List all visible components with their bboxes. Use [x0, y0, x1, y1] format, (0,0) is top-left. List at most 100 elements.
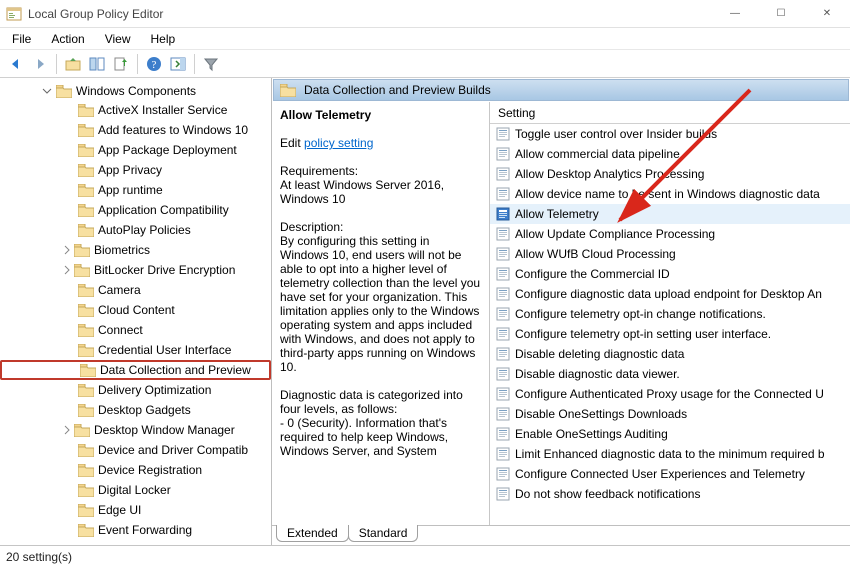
requirements-text: At least Windows Server 2016, Windows 10: [280, 178, 481, 206]
tree-item[interactable]: Application Compatibility: [0, 200, 271, 220]
filter-icon: [203, 56, 219, 72]
setting-row[interactable]: Configure telemetry opt-in change notifi…: [490, 304, 850, 324]
setting-row[interactable]: Configure Connected User Experiences and…: [490, 464, 850, 484]
setting-label: Allow Telemetry: [515, 207, 599, 221]
minimize-button[interactable]: —: [712, 0, 758, 28]
setting-row[interactable]: Toggle user control over Insider builds: [490, 124, 850, 144]
up-button[interactable]: [62, 53, 84, 75]
status-text: 20 setting(s): [6, 550, 72, 564]
tree-item-label: BitLocker Drive Encryption: [94, 263, 235, 277]
menu-view[interactable]: View: [95, 30, 141, 48]
close-button[interactable]: ✕: [804, 0, 850, 28]
tree-item[interactable]: AutoPlay Policies: [0, 220, 271, 240]
statusbar: 20 setting(s): [0, 545, 850, 567]
setting-row[interactable]: Allow Desktop Analytics Processing: [490, 164, 850, 184]
show-hide-console-tree-button[interactable]: [86, 53, 108, 75]
folder-icon: [74, 264, 90, 277]
setting-row[interactable]: Disable diagnostic data viewer.: [490, 364, 850, 384]
tree-item[interactable]: App Package Deployment: [0, 140, 271, 160]
chevron-right-icon: [62, 425, 72, 435]
tree-item[interactable]: Add features to Windows 10: [0, 120, 271, 140]
tree-item[interactable]: Device and Driver Compatib: [0, 440, 271, 460]
folder-icon: [78, 144, 94, 157]
settings-list: Setting Toggle user control over Insider…: [490, 102, 850, 525]
tree-item-label: Digital Locker: [98, 483, 171, 497]
setting-row[interactable]: Allow Update Compliance Processing: [490, 224, 850, 244]
tree-item[interactable]: Event Forwarding: [0, 520, 271, 540]
tree-item[interactable]: Data Collection and Preview: [0, 360, 271, 380]
setting-row[interactable]: Limit Enhanced diagnostic data to the mi…: [490, 444, 850, 464]
tree-item-label: Desktop Gadgets: [98, 403, 191, 417]
setting-row[interactable]: Allow Telemetry: [490, 204, 850, 224]
tab-extended[interactable]: Extended: [276, 525, 349, 542]
folder-icon: [78, 444, 94, 457]
tree-item[interactable]: Camera: [0, 280, 271, 300]
tree-item-label: App runtime: [98, 183, 163, 197]
settings-column-header[interactable]: Setting: [490, 102, 850, 124]
right-pane: Data Collection and Preview Builds Allow…: [272, 78, 850, 545]
tree-item-label: App Package Deployment: [98, 143, 237, 157]
menu-action[interactable]: Action: [41, 30, 94, 48]
tree-item[interactable]: Delivery Optimization: [0, 380, 271, 400]
setting-row[interactable]: Configure telemetry opt-in setting user …: [490, 324, 850, 344]
folder-icon: [78, 504, 94, 517]
tab-standard[interactable]: Standard: [348, 525, 419, 542]
tree-root[interactable]: Windows Components: [0, 82, 271, 100]
maximize-button[interactable]: ☐: [758, 0, 804, 28]
tree-pane[interactable]: Windows Components ActiveX Installer Ser…: [0, 78, 272, 545]
tree-item[interactable]: Desktop Gadgets: [0, 400, 271, 420]
description-text: By configuring this setting in Windows 1…: [280, 234, 481, 374]
setting-row[interactable]: Configure the Commercial ID: [490, 264, 850, 284]
main-area: Windows Components ActiveX Installer Ser…: [0, 78, 850, 545]
tree-item[interactable]: Biometrics: [0, 240, 271, 260]
policy-icon: [496, 447, 510, 461]
menubar: File Action View Help: [0, 28, 850, 50]
forward-button[interactable]: [29, 53, 51, 75]
help-button[interactable]: ?: [143, 53, 165, 75]
setting-row[interactable]: Enable OneSettings Auditing: [490, 424, 850, 444]
tree-item[interactable]: Cloud Content: [0, 300, 271, 320]
folder-icon: [280, 84, 296, 97]
export-icon: [113, 56, 129, 72]
description-text-2: Diagnostic data is categorized into four…: [280, 388, 481, 416]
tree-item[interactable]: Digital Locker: [0, 480, 271, 500]
tree-item[interactable]: App Privacy: [0, 160, 271, 180]
setting-row[interactable]: Allow device name to be sent in Windows …: [490, 184, 850, 204]
policy-icon: [496, 167, 510, 181]
tree-item[interactable]: Credential User Interface: [0, 340, 271, 360]
tree-item[interactable]: BitLocker Drive Encryption: [0, 260, 271, 280]
policy-icon: [496, 187, 510, 201]
setting-row[interactable]: Configure Authenticated Proxy usage for …: [490, 384, 850, 404]
window-title: Local Group Policy Editor: [28, 7, 712, 21]
folder-icon: [78, 404, 94, 417]
tree-root-label: Windows Components: [76, 84, 196, 98]
setting-row[interactable]: Do not show feedback notifications: [490, 484, 850, 504]
tree-item[interactable]: Desktop Window Manager: [0, 420, 271, 440]
policy-icon: [496, 327, 510, 341]
tree-item[interactable]: Device Registration: [0, 460, 271, 480]
setting-label: Configure Authenticated Proxy usage for …: [515, 387, 824, 401]
tree-item[interactable]: ActiveX Installer Service: [0, 100, 271, 120]
menu-file[interactable]: File: [2, 30, 41, 48]
setting-row[interactable]: Configure diagnostic data upload endpoin…: [490, 284, 850, 304]
tree-item-label: Edge UI: [98, 503, 141, 517]
tree-item-label: Desktop Window Manager: [94, 423, 235, 437]
tree-item[interactable]: Connect: [0, 320, 271, 340]
setting-row[interactable]: Allow WUfB Cloud Processing: [490, 244, 850, 264]
tree-item-label: ActiveX Installer Service: [98, 103, 227, 117]
folder-icon: [78, 224, 94, 237]
setting-row[interactable]: Disable deleting diagnostic data: [490, 344, 850, 364]
export-list-button[interactable]: [110, 53, 132, 75]
edit-policy-link[interactable]: policy setting: [304, 136, 373, 150]
setting-row[interactable]: Disable OneSettings Downloads: [490, 404, 850, 424]
tree-item[interactable]: Edge UI: [0, 500, 271, 520]
detail-column[interactable]: Allow Telemetry Edit policy setting Requ…: [272, 102, 490, 525]
back-button[interactable]: [5, 53, 27, 75]
show-hide-action-pane-button[interactable]: [167, 53, 189, 75]
menu-help[interactable]: Help: [141, 30, 186, 48]
settings-list-body[interactable]: Toggle user control over Insider buildsA…: [490, 124, 850, 525]
folder-icon: [78, 204, 94, 217]
setting-row[interactable]: Allow commercial data pipeline: [490, 144, 850, 164]
tree-item[interactable]: App runtime: [0, 180, 271, 200]
filter-button[interactable]: [200, 53, 222, 75]
